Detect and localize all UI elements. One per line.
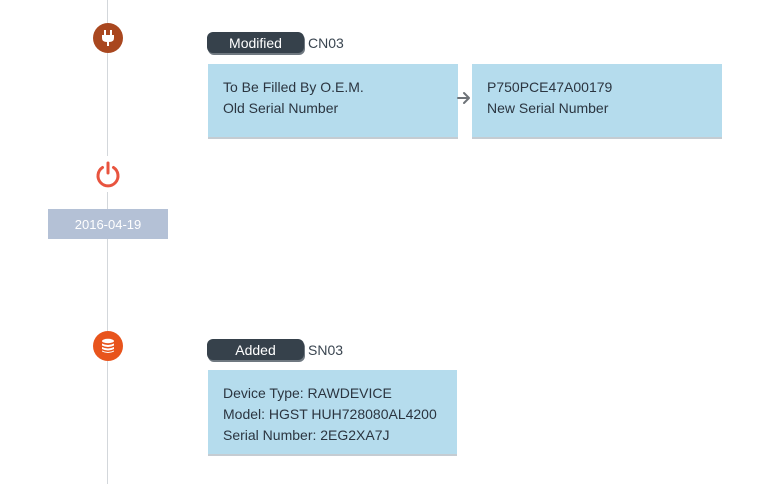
arrow-right-icon: [457, 92, 470, 104]
power-icon: [90, 156, 126, 192]
timeline-line: [107, 0, 108, 484]
device-model: Model: HGST HUH728080AL4200: [223, 406, 437, 422]
date-label: 2016-04-19: [48, 209, 168, 239]
device-type: Device Type: RAWDEVICE: [223, 385, 392, 401]
timeline: Modified CN03 To Be Filled By O.E.M. Old…: [0, 0, 763, 484]
old-serial-label: Old Serial Number: [223, 100, 339, 116]
device-serial-number: Serial Number: 2EG2XA7J: [223, 427, 390, 443]
old-serial-card: To Be Filled By O.E.M. Old Serial Number: [208, 64, 458, 139]
modified-event-header: Modified CN03: [207, 32, 344, 53]
event-id: CN03: [308, 34, 344, 51]
power-plug-icon: [93, 23, 123, 53]
new-serial-value: P750PCE47A00179: [487, 79, 613, 95]
new-serial-card: P750PCE47A00179 New Serial Number: [472, 64, 722, 139]
added-event-header: Added SN03: [207, 339, 343, 360]
added-badge[interactable]: Added: [207, 339, 304, 360]
old-serial-value: To Be Filled By O.E.M.: [223, 79, 364, 95]
modified-badge[interactable]: Modified: [207, 32, 304, 53]
database-icon: [93, 331, 123, 361]
event-id: SN03: [308, 341, 344, 358]
new-serial-label: New Serial Number: [487, 100, 609, 116]
device-details-card: Device Type: RAWDEVICE Model: HGST HUH72…: [208, 370, 457, 456]
